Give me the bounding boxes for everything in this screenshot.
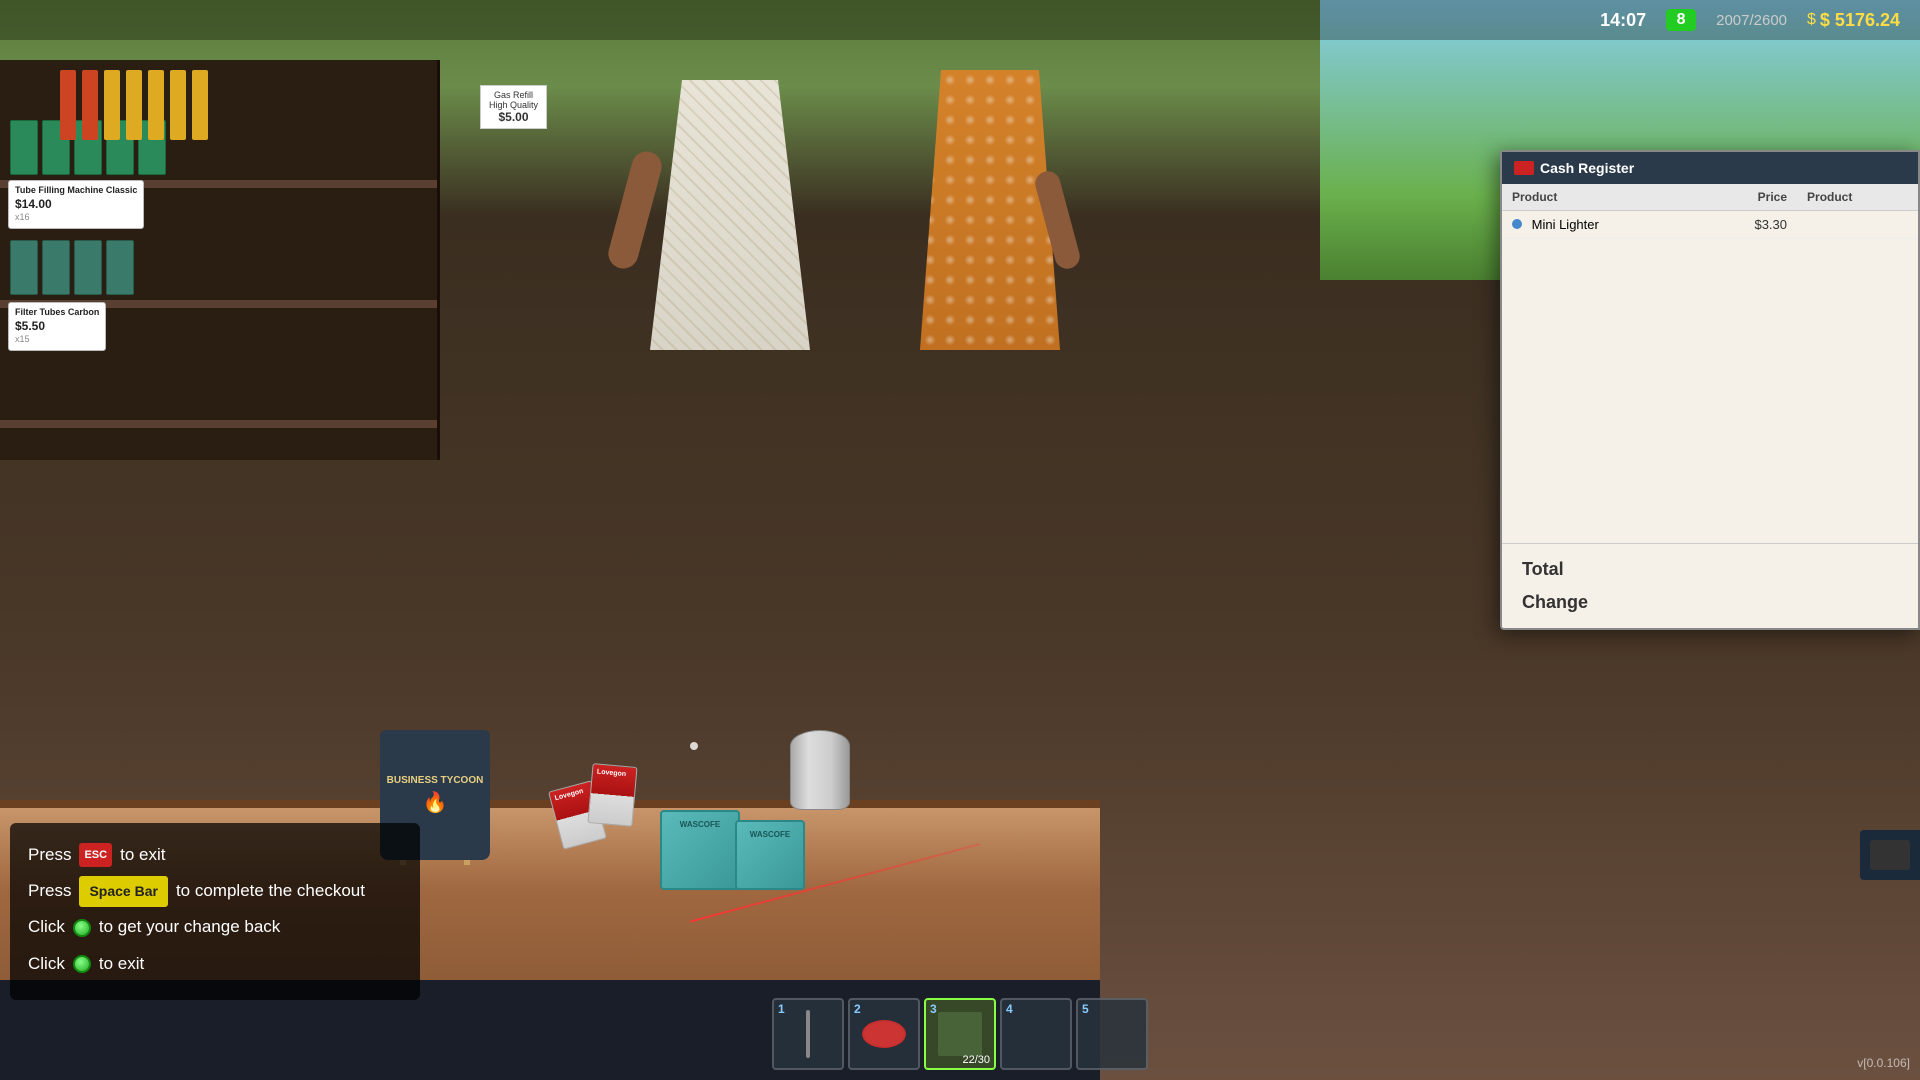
- hotbar: 1 2 3 22/30 4 5: [772, 998, 1148, 1070]
- hotbar-slot-5[interactable]: 5: [1076, 998, 1148, 1070]
- hotbar-slot-1-number: 1: [778, 1002, 785, 1016]
- cash-register-header: Cash Register: [1502, 152, 1918, 184]
- crosshair-dot: [690, 742, 698, 750]
- item-price-cell: $3.30: [1700, 211, 1797, 239]
- register-totals: Total Change: [1502, 543, 1918, 628]
- customer-area: [580, 30, 1080, 350]
- click-label-2: Click: [28, 948, 65, 980]
- total-row: Total: [1522, 559, 1898, 580]
- col-product: Product: [1502, 184, 1700, 211]
- space-action-label: to complete the checkout: [176, 875, 365, 907]
- space-instruction: Press Space Bar to complete the checkout: [28, 875, 402, 907]
- hotbar-slot-4-number: 4: [1006, 1002, 1013, 1016]
- cash-register-title: Cash Register: [1540, 160, 1634, 176]
- bag-flame-icon: 🔥: [423, 790, 448, 815]
- cash-register-panel: Cash Register Product Price Product Mini…: [1500, 150, 1920, 630]
- product-indicator-dot: [1512, 219, 1522, 229]
- exit-action-label: to exit: [120, 839, 165, 871]
- coin-change-instruction: Click to get your change back: [28, 911, 402, 943]
- box-teal-2: WASCOFE: [735, 820, 805, 890]
- gas-refill-price: $5.00: [489, 110, 538, 124]
- hud-top: 14:07 8 2007/2600 $ $ 5176.24: [0, 0, 1920, 40]
- gas-refill-quality: High Quality: [489, 100, 538, 110]
- bag-brand-text: BUSINESS TYCOON: [387, 775, 484, 786]
- coin-green-icon-1: [73, 919, 91, 937]
- gas-refill-label: Gas Refill: [489, 90, 538, 100]
- hotbar-slot-2-number: 2: [854, 1002, 861, 1016]
- press-label-1: Press: [28, 839, 71, 871]
- scan-button-inner: [1870, 840, 1910, 870]
- hotbar-slot-3[interactable]: 3 22/30: [924, 998, 996, 1070]
- item-name-cell: Mini Lighter: [1502, 211, 1700, 239]
- shelf-area: Tube Filling Machine Classic $14.00 x16 …: [0, 60, 440, 460]
- version-label: v[0.0.106]: [1857, 1056, 1910, 1070]
- hotbar-slot-4[interactable]: 4: [1000, 998, 1072, 1070]
- hud-customers: 8: [1666, 9, 1696, 31]
- item-product-cell: [1797, 211, 1918, 239]
- box-label-2: WASCOFE: [737, 822, 803, 839]
- customer-2: [900, 50, 1060, 350]
- col-price: Price: [1700, 184, 1797, 211]
- gas-refill-sign: Gas Refill High Quality $5.00: [480, 85, 547, 129]
- hud-time: 14:07: [1600, 10, 1646, 31]
- slot-2-ashtray-icon: [862, 1020, 906, 1048]
- box-label-1: WASCOFE: [662, 812, 738, 829]
- hotbar-slot-1[interactable]: 1: [772, 998, 844, 1070]
- register-items-table: Product Price Product Mini Lighter $3.30: [1502, 184, 1918, 239]
- customer-1-dress-pattern: [650, 80, 810, 350]
- click-label-1: Click: [28, 911, 65, 943]
- hotbar-slot-5-number: 5: [1082, 1002, 1089, 1016]
- hud-score: 2007/2600: [1716, 12, 1787, 29]
- cylinder-container: [790, 730, 850, 810]
- item-name: Mini Lighter: [1532, 217, 1599, 232]
- coin-change-label: to get your change back: [99, 911, 280, 943]
- bottom-instructions: Press ESC to exit Press Space Bar to com…: [10, 823, 420, 1000]
- shelf-price-tube-filling: Tube Filling Machine Classic $14.00 x16: [8, 180, 144, 229]
- total-label: Total: [1522, 559, 1564, 580]
- change-row: Change: [1522, 592, 1898, 613]
- coin-green-icon-2: [73, 955, 91, 973]
- coin-exit-label: to exit: [99, 948, 144, 980]
- customer-1: [620, 30, 840, 350]
- slot-3-box-icon: [938, 1012, 982, 1056]
- esc-key-badge: ESC: [79, 843, 112, 868]
- hud-money: $ 5176.24: [1820, 10, 1900, 31]
- shelf-row: [0, 420, 437, 428]
- hotbar-slot-2[interactable]: 2: [848, 998, 920, 1070]
- customer-2-pattern: [920, 70, 1060, 350]
- press-label-2: Press: [28, 875, 71, 907]
- money-icon: $: [1807, 11, 1816, 29]
- slot-1-stick-icon: [806, 1010, 810, 1058]
- customer-1-arm: [605, 148, 665, 272]
- scan-button[interactable]: [1860, 830, 1920, 880]
- hotbar-slot-3-number: 3: [930, 1002, 937, 1016]
- space-key-badge: Space Bar: [79, 876, 167, 907]
- change-label: Change: [1522, 592, 1588, 613]
- hotbar-slot-3-count: 22/30: [962, 1054, 990, 1066]
- register-item-row: Mini Lighter $3.30: [1502, 211, 1918, 239]
- shelf-price-filter-tubes: Filter Tubes Carbon $5.50 x15: [8, 302, 106, 351]
- col-product2: Product: [1797, 184, 1918, 211]
- coin-exit-instruction: Click to exit: [28, 948, 402, 980]
- cash-register-icon: [1514, 161, 1534, 175]
- exit-instruction: Press ESC to exit: [28, 839, 402, 871]
- cigarette-pack-2: Lovegon: [587, 763, 637, 827]
- box-teal-1: WASCOFE: [660, 810, 740, 890]
